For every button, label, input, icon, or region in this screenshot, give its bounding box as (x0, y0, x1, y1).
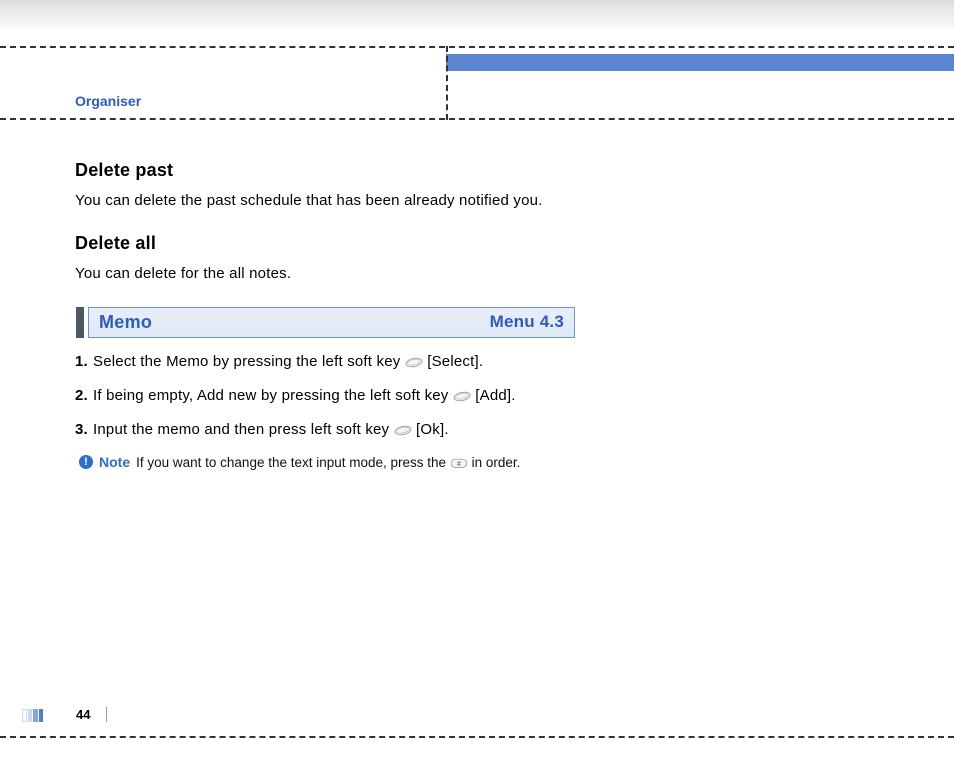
step-text-post: [Select]. (427, 353, 483, 370)
softkey-icon (405, 357, 423, 368)
footer-divider (106, 707, 107, 722)
section-body-delete-all: You can delete for the all notes. (75, 264, 575, 284)
page-background: Organiser Delete past You can delete the… (0, 0, 954, 764)
footer-color-bars (22, 709, 43, 722)
dashed-line-top (0, 46, 954, 48)
note-text: If you want to change the text input mod… (136, 454, 520, 472)
menu-title: Memo (99, 312, 152, 333)
breadcrumb: Organiser (75, 93, 141, 109)
step-text-post: [Ok]. (416, 421, 449, 438)
note-label: Note (99, 454, 130, 470)
note-text-pre: If you want to change the text input mod… (136, 455, 450, 470)
menu-tab-marker (76, 307, 84, 338)
step-item: Input the memo and then press left soft … (75, 420, 575, 440)
step-text-post: [Add]. (475, 387, 515, 404)
page-number: 44 (76, 707, 90, 722)
step-text-pre: Select the Memo by pressing the left sof… (93, 353, 405, 370)
note-text-post: in order. (472, 455, 521, 470)
menu-header-box: Memo Menu 4.3 (88, 307, 575, 338)
section-title-delete-past: Delete past (75, 160, 575, 181)
main-content: Delete past You can delete the past sche… (75, 160, 575, 472)
dashed-line-mid (0, 118, 954, 120)
info-icon: ! (79, 455, 93, 469)
hash-key-icon: # (450, 458, 468, 469)
softkey-icon (453, 391, 471, 402)
dashed-line-bottom (0, 736, 954, 738)
top-gradient-bar (0, 0, 954, 28)
section-title-delete-all: Delete all (75, 233, 575, 254)
menu-number: Menu 4.3 (490, 312, 564, 332)
step-item: Select the Memo by pressing the left sof… (75, 352, 575, 372)
softkey-icon (394, 425, 412, 436)
section-body-delete-past: You can delete the past schedule that ha… (75, 191, 575, 211)
step-text-pre: If being empty, Add new by pressing the … (93, 387, 453, 404)
steps-list: Select the Memo by pressing the left sof… (75, 352, 575, 441)
header-blue-bar (446, 54, 954, 71)
step-item: If being empty, Add new by pressing the … (75, 386, 575, 406)
dashed-line-vertical (446, 46, 448, 120)
step-text-pre: Input the memo and then press left soft … (93, 421, 394, 438)
note-row: ! Note If you want to change the text in… (79, 454, 575, 472)
svg-text:#: # (457, 461, 461, 468)
